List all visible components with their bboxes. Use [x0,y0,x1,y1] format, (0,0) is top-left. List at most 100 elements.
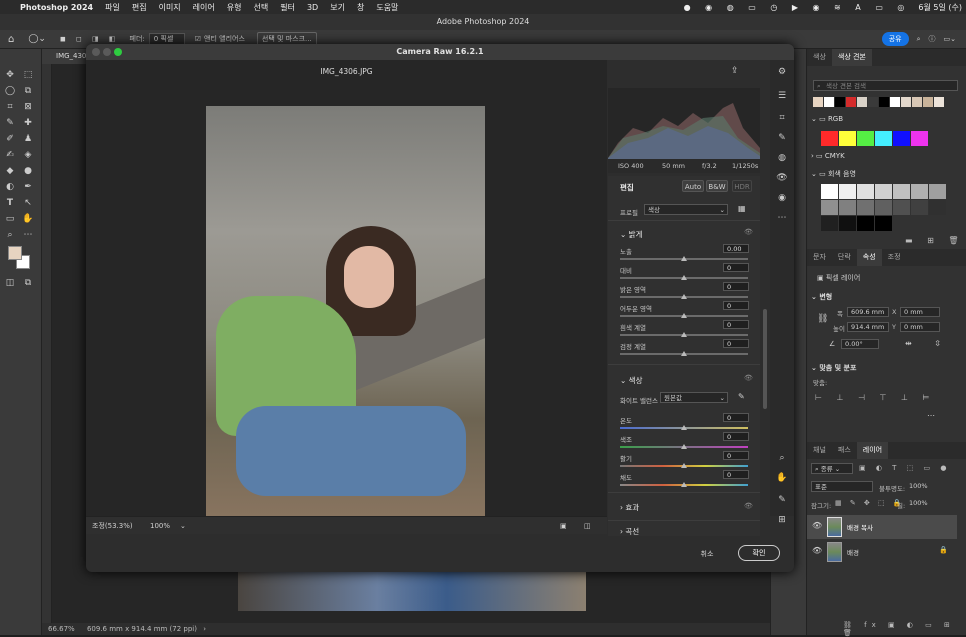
blend-mode-select[interactable]: 표준 [811,481,873,492]
eye-icon[interactable]: 👁 [744,228,753,236]
blur-tool-icon[interactable]: ● [22,165,34,177]
height-input[interactable]: 914.4 mm [847,322,889,332]
slider-thumb[interactable] [681,351,687,356]
color-swatch[interactable] [929,184,946,199]
marquee-tool-icon[interactable]: ⬚ [22,69,34,81]
color-swatch[interactable] [911,131,928,146]
align-icons[interactable]: ⊢ ⊥ ⊣ ⊤ ⊥ ⊨ [815,393,936,402]
path-select-icon[interactable]: ↖ [22,197,34,209]
color-swatch[interactable] [824,97,834,107]
zoom-100-button[interactable]: 100% [150,517,170,535]
y-input[interactable]: 0 mm [900,322,940,332]
color-swatch[interactable] [911,184,928,199]
color-swatch[interactable] [893,131,910,146]
color-swatch[interactable] [929,200,946,215]
menu-filter[interactable]: 필터 [280,2,295,13]
minimize-button[interactable] [103,48,111,56]
slider-thumb[interactable] [681,444,687,449]
crop-icon[interactable]: ⌗ [776,112,788,124]
stamp-tool-icon[interactable]: ♟ [22,133,34,145]
compare-icon[interactable]: ◫ [584,517,591,535]
more-tools-icon[interactable]: ⋯ [22,229,34,241]
shape-tool-icon[interactable]: ▭ [4,213,16,225]
light-section-header[interactable]: ⌄ 밝게 [620,229,642,240]
cancel-button[interactable]: 취소 [690,546,724,562]
filter-icons[interactable]: ▣ ◐ T ⬚ ▭ ● [859,464,950,472]
layer-name[interactable]: 배경 복사 [847,522,873,532]
curve-section-header[interactable]: › 곡선 [620,526,639,536]
menu-select[interactable]: 선택 [254,2,269,13]
zoom-fit-button[interactable]: 조정(53.3%) [92,517,133,535]
color-swatch[interactable] [893,184,910,199]
swatch-group-cmyk[interactable]: › ▭ CMYK [811,152,845,160]
edit-sliders-icon[interactable]: ☰ [776,90,788,102]
link-icon[interactable]: ⛓ [817,314,828,324]
selection-mode-icons[interactable]: ◼ ◻ ◨ ◧ [60,35,120,43]
search-icon[interactable]: ⌕ [917,35,921,44]
profile-browser-icon[interactable]: ▦ [738,204,746,213]
menu-edit[interactable]: 편집 [132,2,147,13]
menu-file[interactable]: 파일 [105,2,120,13]
zoom-icon[interactable]: ⌕ [776,452,788,464]
color-swatch[interactable] [821,216,838,231]
menu-layer[interactable]: 레이어 [193,2,215,13]
tab-adjust[interactable]: 조정 [882,249,907,266]
color-swatch[interactable] [839,131,856,146]
before-after-icon[interactable]: ▣ [560,517,567,535]
slider-thumb[interactable] [681,256,687,261]
color-swatch[interactable] [912,97,922,107]
tab-properties[interactable]: 속성 [856,249,882,266]
slider-value-input[interactable]: 0 [723,282,749,291]
help-icon[interactable]: ⓘ [929,34,936,44]
color-swatch[interactable] [875,131,892,146]
zoom-tool-icon[interactable]: ⌕ [4,229,16,241]
screen-mode-icon[interactable]: ⧉ [22,277,34,289]
slider-thumb[interactable] [681,313,687,318]
color-swatch[interactable] [923,97,933,107]
tab-channels[interactable]: 채널 [807,442,832,459]
eyedropper-icon[interactable]: ✎ [4,117,16,129]
workspace-icon[interactable]: ▭⌄ [944,35,956,43]
menu-help[interactable]: 도움말 [376,2,398,13]
chevron-right-icon[interactable]: › [203,625,206,633]
zoom-button[interactable] [114,48,122,56]
menu-image[interactable]: 이미지 [159,2,181,13]
type-tool-icon[interactable]: T [4,197,16,209]
foreground-color-swatch[interactable] [8,246,22,260]
layer-row[interactable]: 👁 배경 🔒 [807,540,957,564]
color-swatch[interactable] [821,131,838,146]
mask-icon[interactable]: ◍ [776,152,788,164]
color-swatch[interactable] [934,97,944,107]
slider-value-input[interactable]: 0 [723,470,749,479]
slider-thumb[interactable] [681,463,687,468]
app-menu[interactable]: Photoshop 2024 [20,3,93,12]
slider-value-input[interactable]: 0 [723,301,749,310]
menu-type[interactable]: 유형 [227,2,242,13]
eraser-tool-icon[interactable]: ◈ [22,149,34,161]
color-swatch[interactable] [868,97,878,107]
panel-scrollbar[interactable] [763,309,767,409]
spot-heal-icon[interactable]: ✚ [22,117,34,129]
pen-tool-icon[interactable]: ✒ [22,181,34,193]
slider-thumb[interactable] [681,275,687,280]
settings-icon[interactable]: ⚙ [776,66,788,78]
preview-photo[interactable] [206,106,485,523]
slider-value-input[interactable]: 0 [723,320,749,329]
zoom-level[interactable]: 66.67% [48,625,75,633]
width-input[interactable]: 609.6 mm [847,307,889,317]
x-input[interactable]: 0 mm [900,307,940,317]
bw-button[interactable]: B&W [706,180,728,192]
color-swatch[interactable] [875,184,892,199]
tab-layers[interactable]: 레이어 [856,442,889,459]
lasso-tool-icon[interactable]: ◯ [4,85,16,97]
more-icon[interactable]: ⋯ [776,212,788,224]
color-swatch[interactable] [911,200,928,215]
color-swatch[interactable] [857,184,874,199]
close-button[interactable] [92,48,100,56]
flip-icons[interactable]: ⇹ ⇳ [905,339,951,348]
opacity-input[interactable]: 100% [909,481,939,492]
color-swatch[interactable] [857,131,874,146]
fill-input[interactable]: 100% [909,499,928,507]
tab-paths[interactable]: 패스 [832,442,857,459]
slider-thumb[interactable] [681,294,687,299]
